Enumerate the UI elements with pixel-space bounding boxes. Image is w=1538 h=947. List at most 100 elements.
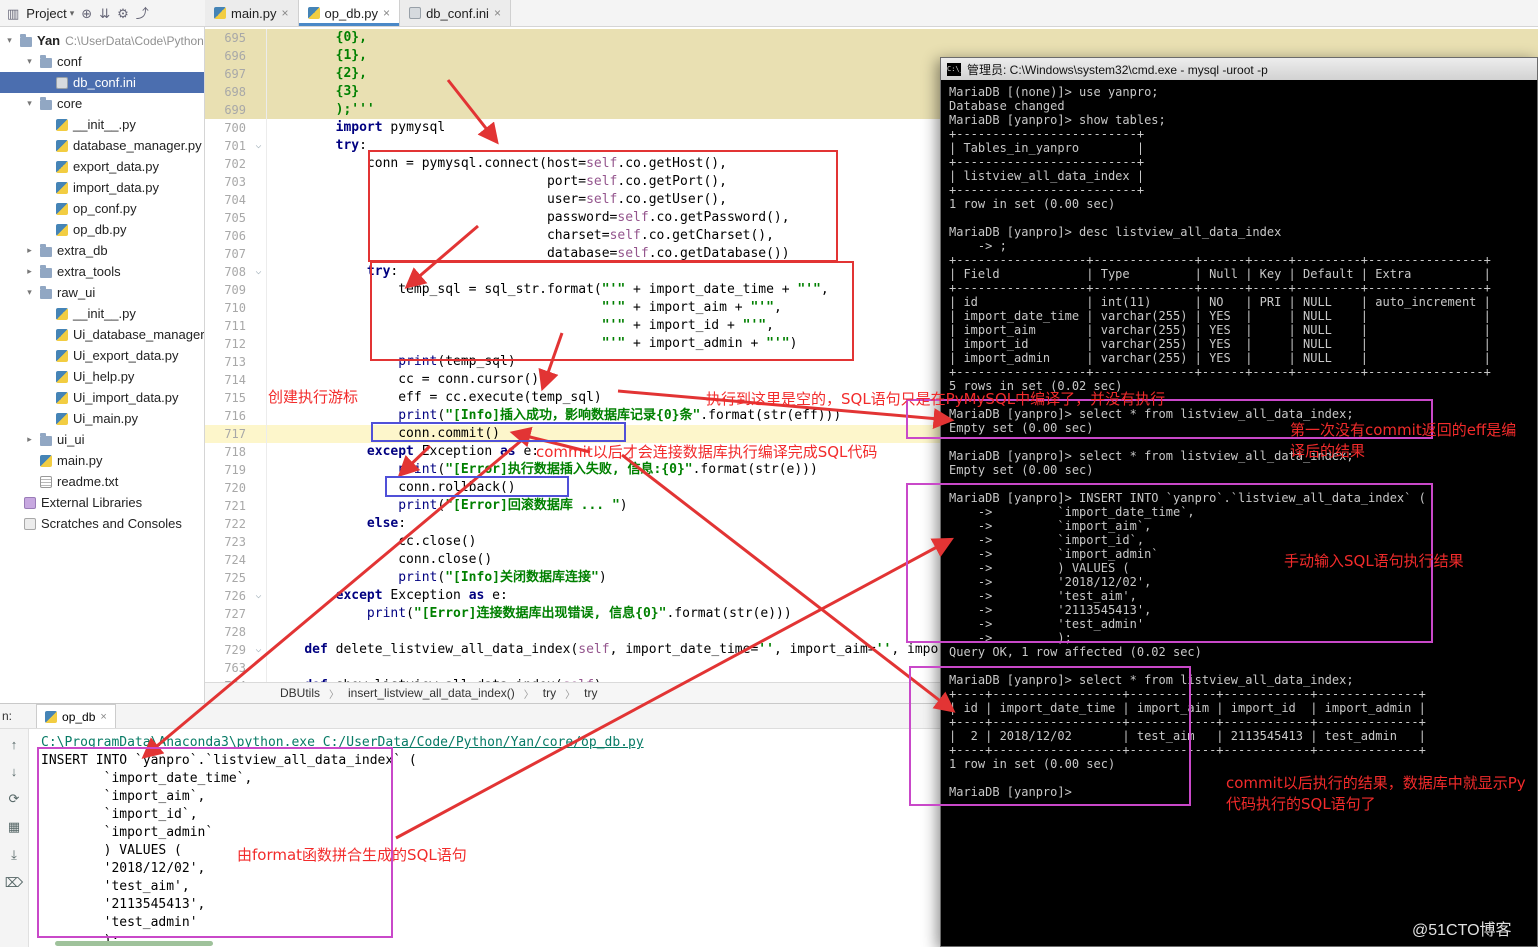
cmd-line: -> '2018/12/02', (949, 575, 1152, 589)
tree-item-external-libraries[interactable]: External Libraries (0, 492, 204, 513)
cmd-output[interactable]: MariaDB [(none)]> use yanpro; Database ch… (941, 80, 1537, 946)
tree-item-label: External Libraries (41, 495, 143, 510)
chevron-down-icon: ▾ (69, 7, 75, 18)
tree-item-ui-main-py[interactable]: Ui_main.py (0, 408, 204, 429)
fold-spacer (251, 65, 267, 83)
ini-icon (56, 76, 68, 89)
close-icon[interactable]: × (100, 711, 106, 723)
collapse-all-icon[interactable]: ⇊ (99, 7, 110, 20)
tree-item-ui-database-manager-py[interactable]: Ui_database_manager.py (0, 324, 204, 345)
tree-item-label: import_data.py (73, 180, 159, 195)
tree-item-ui-ui[interactable]: ▸ ui_ui (0, 429, 204, 450)
chevron-right-icon[interactable]: ▸ (24, 266, 35, 277)
fold-spacer (251, 569, 267, 587)
code-text: print("[Info]关闭数据库连接") (398, 570, 607, 585)
tree-item-main-py[interactable]: main.py (0, 450, 204, 471)
cmd-line: +------------------+--------------+-----… (949, 281, 1491, 295)
chevron-down-icon[interactable]: ▾ (4, 35, 15, 46)
cmd-line (949, 477, 1529, 491)
console-scrollbar[interactable] (55, 941, 213, 946)
fold-icon[interactable]: ⌵ (251, 137, 267, 155)
project-root-path: C:\UserData\Code\Python\ (65, 33, 205, 48)
chevron-right-icon[interactable]: ▸ (24, 245, 35, 256)
cmd-line: | import_admin | varchar(255) | YES | | … (949, 351, 1491, 365)
code-text: {0}, (335, 30, 367, 45)
tree-item-conf[interactable]: ▾ conf (0, 51, 204, 72)
breadcrumb-item-1[interactable]: insert_listview_all_data_index() (348, 686, 515, 700)
hide-panel-icon[interactable]: ⤴ (136, 7, 149, 20)
locate-file-icon[interactable]: ⊕ (81, 7, 92, 20)
cmd-line: | Field | Type | Null | Key | Default | … (949, 267, 1491, 281)
run-tab-op-db[interactable]: op_db × (36, 704, 116, 728)
tree-item-ui-help-py[interactable]: Ui_help.py (0, 366, 204, 387)
tree-item-ui-import-data-py[interactable]: Ui_import_data.py (0, 387, 204, 408)
fold-spacer (251, 353, 267, 371)
run-toolbar: ↑ ↓ ⟳ ▦ ⤓ ⌦ (0, 729, 29, 947)
code-text: "'" + import_aim + "'", (601, 300, 782, 315)
tree-item-op-conf-py[interactable]: op_conf.py (0, 198, 204, 219)
tree-item-export-data-py[interactable]: export_data.py (0, 156, 204, 177)
cmd-titlebar[interactable]: C:\_ 管理员: C:\Windows\system32\cmd.exe - … (941, 58, 1537, 80)
tree-root-yan[interactable]: ▾ Yan C:\UserData\Code\Python\ (0, 30, 204, 51)
fold-icon[interactable]: ⌵ (251, 641, 267, 659)
breadcrumb-item-3[interactable]: try (584, 686, 597, 700)
tree-item-readme-txt[interactable]: readme.txt (0, 471, 204, 492)
tree-item-init-py[interactable]: __init__.py (0, 303, 204, 324)
fold-spacer (251, 173, 267, 191)
tree-item-op-db-py[interactable]: op_db.py (0, 219, 204, 240)
rerun-icon[interactable]: ⟳ (9, 791, 20, 807)
run-tab-label: op_db (62, 709, 96, 724)
editor-tab-op-db-py[interactable]: op_db.py × (298, 0, 401, 26)
cmd-line (949, 771, 1529, 785)
up-icon[interactable]: ↑ (11, 737, 18, 752)
code-text: charset=self.co.getCharset(), (546, 228, 774, 243)
breadcrumb-item-2[interactable]: try (543, 686, 556, 700)
tree-item-core[interactable]: ▾ core (0, 93, 204, 114)
code-text: {2}, (335, 66, 367, 81)
tree-item-ui-export-data-py[interactable]: Ui_export_data.py (0, 345, 204, 366)
line-number: 729 (224, 643, 246, 657)
tree-item-database-manager-py[interactable]: database_manager.py (0, 135, 204, 156)
settings-icon[interactable]: ⚙ (117, 7, 129, 20)
chevron-down-icon[interactable]: ▾ (24, 56, 35, 67)
fold-icon[interactable]: ⌵ (251, 263, 267, 281)
fold-spacer (251, 191, 267, 209)
tree-item-label: Ui_help.py (73, 369, 135, 384)
python-icon (56, 412, 68, 425)
cmd-line: | id | import_date_time | import_aim | i… (949, 701, 1426, 715)
fold-icon[interactable]: ⌵ (251, 587, 267, 605)
code-text: "'" + import_id + "'", (601, 318, 774, 333)
line-number: 724 (224, 553, 246, 567)
editor-tab-db-conf-ini[interactable]: db_conf.ini × (400, 0, 511, 26)
cmd-line: Empty set (0.00 sec) (949, 421, 1094, 435)
down-icon[interactable]: ↓ (11, 764, 18, 779)
line-number: 696 (224, 49, 246, 63)
scroll-to-end-icon[interactable]: ⤓ (11, 847, 17, 863)
tree-item-raw-ui[interactable]: ▾ raw_ui (0, 282, 204, 303)
tree-item-label: db_conf.ini (73, 75, 136, 90)
tree-item-init-py[interactable]: __init__.py (0, 114, 204, 135)
close-icon[interactable]: × (383, 6, 390, 20)
chevron-down-icon[interactable]: ▾ (24, 98, 35, 109)
project-label: Project (26, 5, 67, 21)
tree-item-extra-db[interactable]: ▸ extra_db (0, 240, 204, 261)
breadcrumb-item-0[interactable]: DBUtils (280, 686, 320, 700)
chevron-down-icon[interactable]: ▾ (24, 287, 35, 298)
tree-item-extra-tools[interactable]: ▸ extra_tools (0, 261, 204, 282)
code-text: user=self.co.getUser(), (546, 192, 727, 207)
editor-line-695[interactable]: 695 {0}, (205, 29, 1538, 47)
tree-item-db-conf-ini[interactable]: db_conf.ini (0, 72, 204, 93)
chevron-right-icon[interactable]: ▸ (24, 434, 35, 445)
restore-layout-icon[interactable]: ▦ (8, 819, 20, 835)
python-icon (56, 370, 68, 383)
close-icon[interactable]: × (494, 6, 501, 20)
editor-tab-main-py[interactable]: main.py × (205, 0, 299, 26)
line-number: 702 (224, 157, 246, 171)
project-view-selector[interactable]: Project ▾ (26, 6, 74, 21)
editor-tabs: main.py × op_db.py × db_conf.ini × (205, 0, 511, 26)
clear-console-icon[interactable]: ⌦ (5, 875, 23, 891)
tree-item-import-data-py[interactable]: import_data.py (0, 177, 204, 198)
tool-window-icon[interactable]: ▥ (7, 7, 19, 20)
close-icon[interactable]: × (282, 6, 289, 20)
tree-item-scratches-and-consoles[interactable]: Scratches and Consoles (0, 513, 204, 534)
